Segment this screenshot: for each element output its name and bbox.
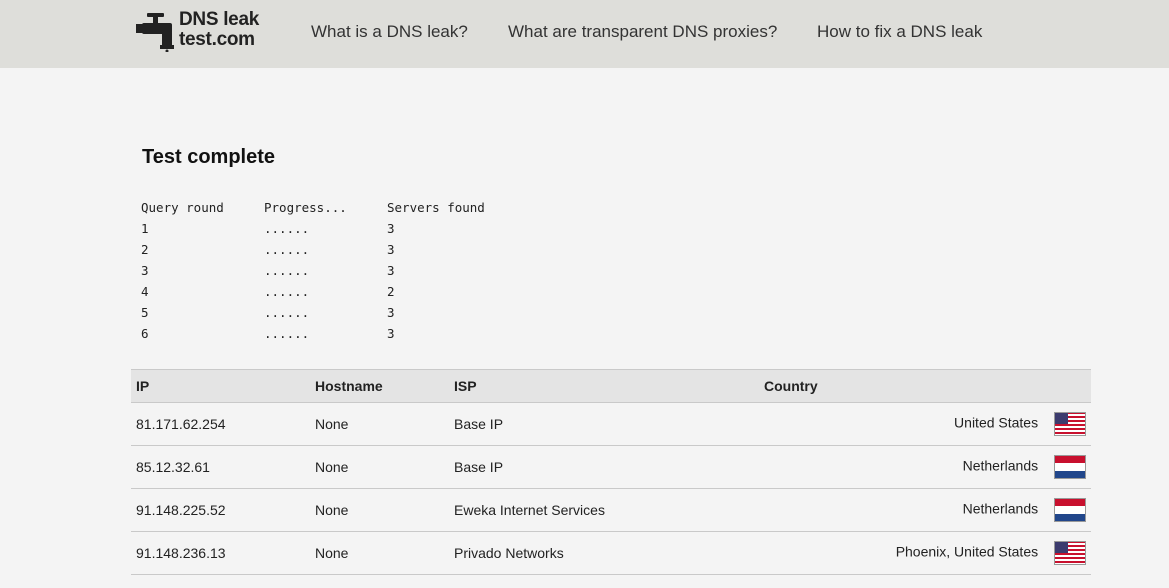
cell-ip: 91.148.225.52 <box>131 488 310 532</box>
round-number: 4 <box>141 284 149 299</box>
round-number: 1 <box>141 221 149 236</box>
site-header: DNS leak test.com What is a DNS leak? Wh… <box>0 0 1169 68</box>
col-query-round: Query round <box>141 200 224 215</box>
round-progress: ...... <box>264 326 310 341</box>
cell-ip: 85.12.32.61 <box>131 445 310 489</box>
table-header-row: IP Hostname ISP Country <box>131 369 1091 403</box>
country-name: Netherlands <box>962 500 1039 517</box>
us-flag-icon <box>1054 412 1086 436</box>
round-servers: 3 <box>387 326 395 341</box>
round-progress: ...... <box>264 284 310 299</box>
round-servers: 3 <box>387 242 395 257</box>
nav-transparent-dns-proxies[interactable]: What are transparent DNS proxies? <box>508 22 777 42</box>
col-country: Country <box>759 369 1091 403</box>
nl-flag-icon <box>1054 498 1086 522</box>
country-name: Netherlands <box>962 457 1039 474</box>
cell-hostname: None <box>310 402 449 446</box>
dns-servers-table: IP Hostname ISP Country 81.171.62.254 No… <box>131 369 1091 575</box>
table-row: 81.171.62.254 None Base IP United States <box>131 402 1091 446</box>
col-progress: Progress... <box>264 200 347 215</box>
round-servers: 3 <box>387 263 395 278</box>
col-ip: IP <box>131 369 310 403</box>
cell-ip: 91.148.236.13 <box>131 531 310 575</box>
round-progress: ...... <box>264 305 310 320</box>
table-row: 91.148.225.52 None Eweka Internet Servic… <box>131 488 1091 532</box>
nav-what-is-dns-leak[interactable]: What is a DNS leak? <box>311 22 468 42</box>
round-progress: ...... <box>264 242 310 257</box>
us-flag-icon <box>1054 541 1086 565</box>
cell-hostname: None <box>310 488 449 532</box>
round-progress: ...... <box>264 263 310 278</box>
cell-isp: Base IP <box>449 445 759 489</box>
cell-ip: 81.171.62.254 <box>131 402 310 446</box>
round-servers: 3 <box>387 305 395 320</box>
round-servers: 3 <box>387 221 395 236</box>
table-row: 91.148.236.13 None Privado Networks Phoe… <box>131 531 1091 575</box>
faucet-icon <box>136 13 174 52</box>
cell-country: United States <box>759 402 1091 446</box>
round-number: 5 <box>141 305 149 320</box>
round-number: 2 <box>141 242 149 257</box>
table-row: 85.12.32.61 None Base IP Netherlands <box>131 445 1091 489</box>
country-name: United States <box>954 414 1039 431</box>
site-logo[interactable]: DNS leak test.com <box>136 10 276 56</box>
cell-isp: Eweka Internet Services <box>449 488 759 532</box>
logo-line-1: DNS leak <box>179 9 259 30</box>
logo-line-2: test.com <box>179 29 255 50</box>
col-servers-found: Servers found <box>387 200 485 215</box>
nav-how-to-fix[interactable]: How to fix a DNS leak <box>817 22 982 42</box>
round-servers: 2 <box>387 284 395 299</box>
cell-country: Netherlands <box>759 445 1091 489</box>
round-number: 6 <box>141 326 149 341</box>
cell-hostname: None <box>310 445 449 489</box>
cell-country: Netherlands <box>759 488 1091 532</box>
cell-country: Phoenix, United States <box>759 531 1091 575</box>
col-isp: ISP <box>449 369 759 403</box>
round-number: 3 <box>141 263 149 278</box>
page-title: Test complete <box>142 146 275 168</box>
col-hostname: Hostname <box>310 369 449 403</box>
cell-hostname: None <box>310 531 449 575</box>
cell-isp: Privado Networks <box>449 531 759 575</box>
logo-text: DNS leak test.com <box>179 10 259 50</box>
nl-flag-icon <box>1054 455 1086 479</box>
country-name: Phoenix, United States <box>895 543 1039 560</box>
round-progress: ...... <box>264 221 310 236</box>
cell-isp: Base IP <box>449 402 759 446</box>
